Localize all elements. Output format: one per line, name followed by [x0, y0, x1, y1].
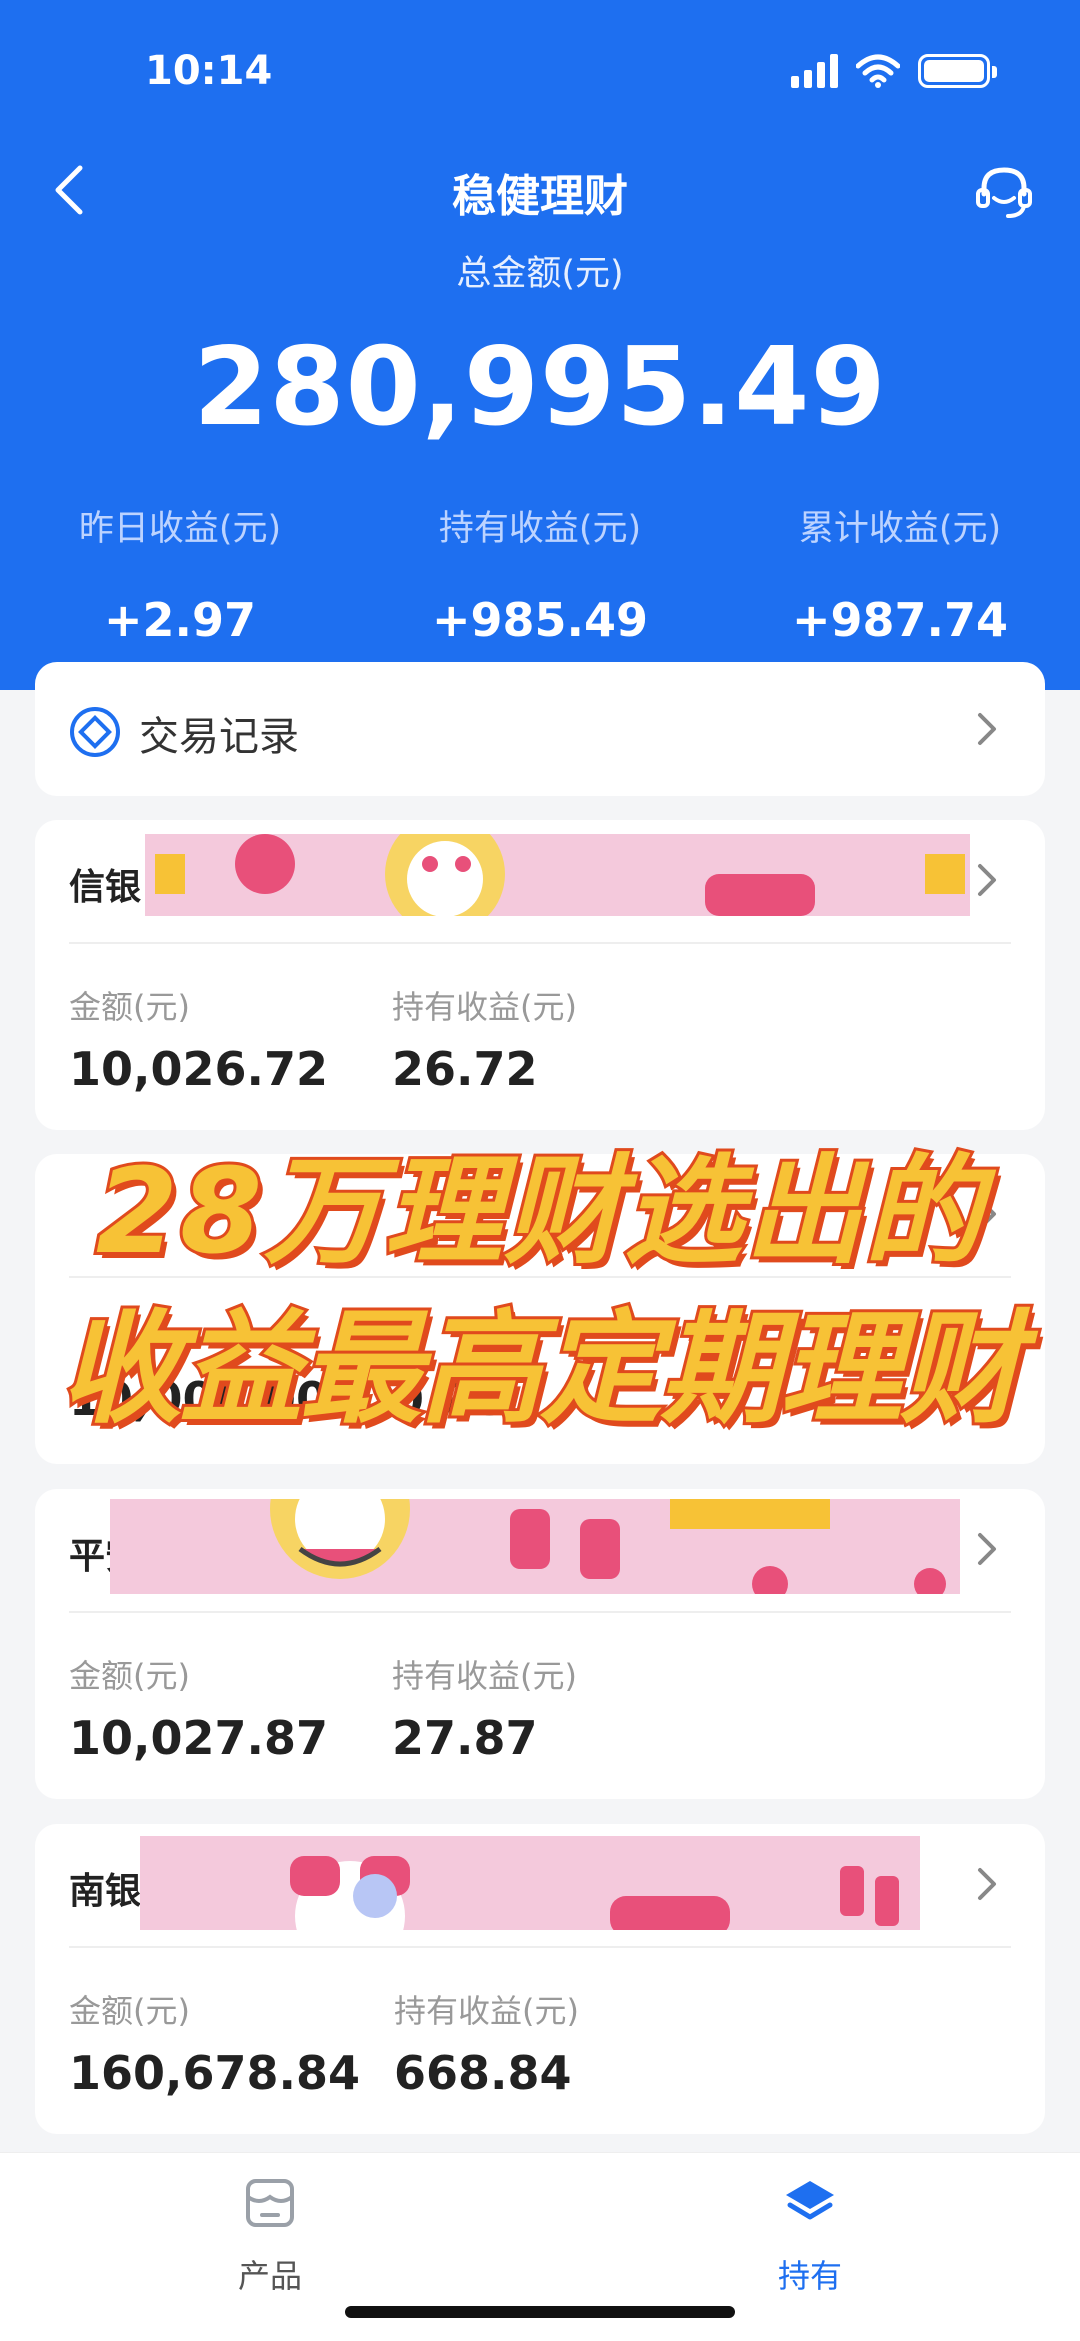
- chevron-right-icon: [978, 713, 996, 745]
- divider: [69, 1611, 1011, 1613]
- amount-value: 10,027.87: [69, 1711, 328, 1765]
- product-name: 信银: [69, 867, 142, 908]
- chevron-right-icon: [978, 864, 996, 896]
- nav-label: 持有: [777, 2257, 842, 2295]
- product-card[interactable]: 平安 金额(元) 10,027.87 持有收益(元) 27.87: [35, 1489, 1045, 1799]
- customer-service-icon[interactable]: [972, 160, 1036, 224]
- page-title: 稳健理财: [452, 171, 628, 222]
- divider: [69, 1946, 1011, 1948]
- layers-icon: [786, 2181, 834, 2220]
- stat-label: 持有收益(元): [438, 509, 642, 549]
- chevron-right-icon: [978, 1533, 996, 1565]
- home-indicator: [345, 2306, 735, 2318]
- status-time: 10:14: [145, 48, 273, 94]
- total-amount: 280,995.49: [193, 325, 887, 450]
- product-card[interactable]: 南银 金额(元) 160,678.84 持有收益(元) 668.84: [35, 1824, 1045, 2134]
- sticker-banner: [140, 1836, 920, 1930]
- battery-icon: [918, 54, 997, 88]
- stat-label: 累计收益(元): [798, 509, 1002, 549]
- amount-label: 金额(元): [69, 988, 190, 1026]
- signal-icon: [791, 54, 838, 88]
- trade-record-row[interactable]: 交易记录: [35, 662, 1045, 796]
- stat-yesterday: 昨日收益(元) +2.97: [0, 500, 360, 647]
- shop-icon: [246, 2179, 294, 2227]
- profit-value: 27.87: [392, 1711, 538, 1765]
- amount-label: 金额(元): [69, 1657, 190, 1695]
- stats-row: 昨日收益(元) +2.97 持有收益(元) +985.49 累计收益(元) +9…: [0, 500, 1080, 647]
- chevron-right-icon: [978, 1868, 996, 1900]
- amount-value: 160,678.84: [69, 2046, 361, 2100]
- stat-label: 昨日收益(元): [78, 509, 282, 549]
- profit-label: 持有收益(元): [394, 1992, 579, 2030]
- profit-value: 668.84: [394, 2046, 572, 2100]
- nav-item-holdings[interactable]: 持有: [710, 2175, 910, 2297]
- trade-record-label: 交易记录: [139, 714, 299, 760]
- stat-holding: 持有收益(元) +985.49: [360, 500, 720, 647]
- overlay-headline: 28万理财选出的: [93, 1139, 985, 1283]
- amount-label: 金额(元): [69, 1992, 190, 2030]
- profit-value: 26.72: [392, 1042, 538, 1096]
- profit-label: 持有收益(元): [392, 988, 577, 1026]
- stat-value: +2.97: [103, 593, 257, 647]
- status-icons: [791, 54, 997, 88]
- record-icon: [70, 707, 120, 757]
- header: 10:14 稳健理财 总金额(元) 280,995.49 昨日收益(元) +2.…: [0, 0, 1080, 690]
- divider: [69, 942, 1011, 944]
- product-name: 南银: [69, 1871, 142, 1912]
- app-screen: 10:14 稳健理财 总金额(元) 280,995.49 昨日收益(元) +2.…: [0, 0, 1080, 2341]
- wifi-icon: [856, 54, 900, 88]
- total-amount-label: 总金额(元): [456, 254, 624, 294]
- product-card[interactable]: 信银 金额(元) 10,026.72 持有收益(元) 26.72: [35, 820, 1045, 1130]
- nav-item-products[interactable]: 产品: [170, 2175, 370, 2297]
- stat-value: +985.49: [431, 593, 649, 647]
- sticker-banner: [110, 1499, 960, 1594]
- nav-label: 产品: [237, 2257, 302, 2295]
- amount-value: 10,026.72: [69, 1042, 328, 1096]
- profit-label: 持有收益(元): [392, 1657, 577, 1695]
- stat-value: +987.74: [791, 593, 1009, 647]
- sticker-banner: [145, 834, 970, 916]
- stat-cumulative: 累计收益(元) +987.74: [720, 500, 1080, 647]
- overlay-subheadline: 收益最高定期理财: [57, 1295, 1025, 1443]
